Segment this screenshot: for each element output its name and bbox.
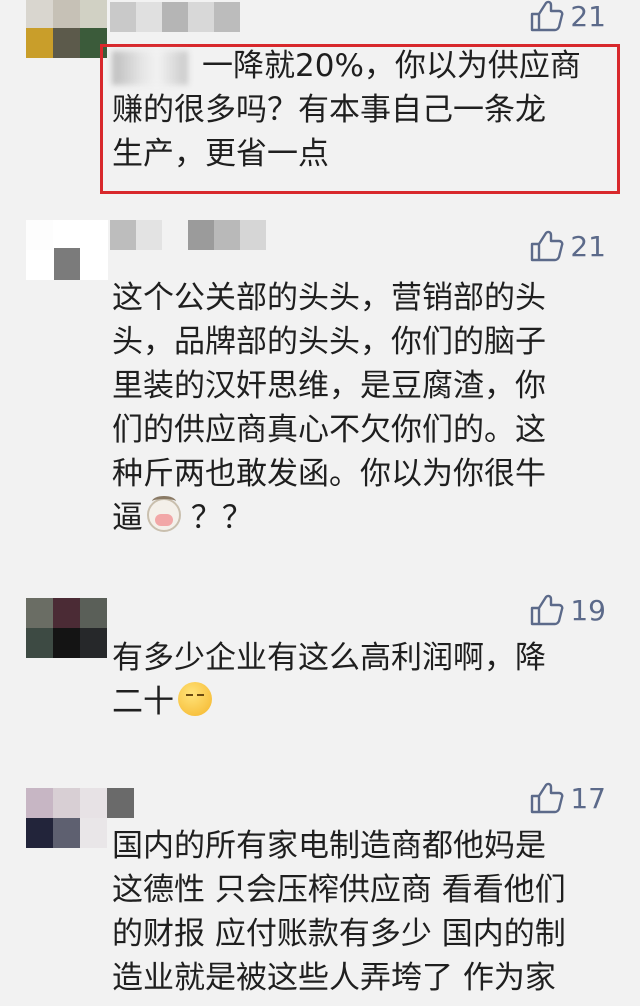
avatar[interactable] — [26, 0, 108, 58]
sleepy-face-emoji — [178, 682, 212, 716]
comment-line: 生产，更省一点 — [112, 136, 329, 172]
comment-line: 里装的汉奸思维，是豆腐渣，你 — [112, 368, 546, 404]
comment-line: ？？ — [190, 500, 253, 536]
like-button[interactable]: 19 — [530, 590, 606, 630]
comment-text: 这个公关部的头头，营销部的头 头，品牌部的头头，你们的脑子 里装的汉奸思维，是豆… — [112, 276, 612, 540]
comment-line: 二十 — [112, 684, 174, 720]
thumbs-up-icon — [531, 782, 564, 814]
comment-line: 赚的很多吗？有本事自己一条龙 — [112, 92, 546, 128]
comment-line: 种斤两也敢发函。你以为你很牛 — [112, 456, 546, 492]
like-button[interactable]: 21 — [530, 0, 606, 36]
comment-4: 17 国内的所有家电制造商都他妈是 这德性 只会压榨供应商 看看他们 的财报 应… — [0, 776, 640, 1006]
like-count: 17 — [570, 781, 606, 815]
like-button[interactable]: 17 — [530, 778, 606, 818]
comment-text: 国内的所有家电制造商都他妈是 这德性 只会压榨供应商 看看他们 的财报 应付账款… — [112, 824, 612, 1000]
comment-1: 21 一降就20%，你以为供应商 赚的很多吗？有本事自己一条龙 生产，更省一点 — [0, 0, 640, 210]
comment-line: 这德性 只会压榨供应商 看看他们 — [112, 872, 566, 908]
comment-line: 的财报 应付账款有多少 国内的制 — [112, 916, 566, 952]
cow-face-emoji — [147, 496, 181, 532]
comment-text: 有多少企业有这么高利润啊，降 二十 — [112, 636, 612, 724]
comment-2: 21 这个公关部的头头，营销部的头 头，品牌部的头头，你们的脑子 里装的汉奸思维… — [0, 220, 640, 580]
comment-line: 头，品牌部的头头，你们的脑子 — [112, 324, 546, 360]
comment-line: 造业就是被这些人弄垮了 作为家 — [112, 960, 556, 996]
blurred-mention — [112, 50, 188, 85]
comment-line: 一降就20%，你以为供应商 — [202, 48, 581, 84]
comment-line: 这个公关部的头头，营销部的头 — [112, 280, 546, 316]
comment-line: 有多少企业有这么高利润啊，降 — [112, 640, 546, 676]
like-count: 19 — [570, 593, 606, 627]
comment-line: 逼 — [112, 500, 143, 536]
username[interactable] — [110, 2, 270, 32]
avatar[interactable] — [26, 598, 108, 658]
comment-line: 们的供应商真心不欠你们的。这 — [112, 412, 546, 448]
like-count: 21 — [570, 0, 606, 33]
username[interactable] — [110, 220, 270, 250]
comment-text: 一降就20%，你以为供应商 赚的很多吗？有本事自己一条龙 生产，更省一点 — [112, 44, 612, 176]
thumbs-up-icon — [531, 230, 564, 262]
thumbs-up-icon — [531, 594, 564, 626]
like-button[interactable]: 21 — [530, 226, 606, 266]
comment-3: 19 有多少企业有这么高利润啊，降 二十 — [0, 590, 640, 760]
comment-line: 国内的所有家电制造商都他妈是 — [112, 828, 546, 864]
thumbs-up-icon — [531, 0, 564, 32]
like-count: 21 — [570, 229, 606, 263]
avatar[interactable] — [26, 220, 108, 280]
